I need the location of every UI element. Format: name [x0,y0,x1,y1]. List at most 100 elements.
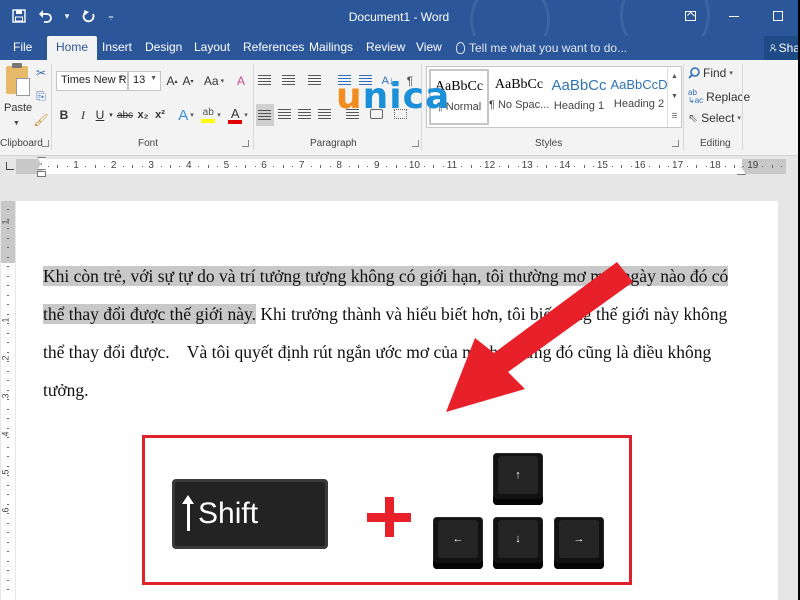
ruler-tick [386,166,388,167]
tab-file[interactable]: File [9,36,36,60]
left-indent-marker[interactable] [37,157,47,177]
font-launcher-icon[interactable] [242,140,249,147]
grow-font-button[interactable]: A ▴ [165,71,179,91]
ruler-tick [7,418,9,419]
align-right-button[interactable] [296,106,314,122]
share-person-icon [770,44,777,52]
tab-insert[interactable]: Insert [98,36,136,60]
first-line-indent-handle[interactable] [37,157,46,164]
text-effects-button[interactable]: A ▾ [176,105,196,125]
style-heading-1[interactable]: AaBbCc Heading 1 [549,69,609,125]
multilevel-list-button[interactable] [306,72,324,88]
document-area: Khi còn trẻ, với sự tự do và trí tưởng t… [15,179,798,600]
style-no-spacing[interactable]: AaBbCc ¶ No Spac... [489,69,549,125]
tab-view[interactable]: View [412,36,446,60]
style-heading-2[interactable]: AaBbCcD Heading 2 [609,69,669,125]
selected-text: Khi còn trẻ, với sự tự do và trí tưởng t… [43,266,729,286]
maximize-button[interactable] [770,8,786,24]
document-page[interactable]: Khi còn trẻ, với sự tự do và trí tưởng t… [16,201,778,600]
ruler-number: 3 [148,160,154,171]
ruler-area: 1 2 3 4 5 6 7 8 9 10 11 12 13 14 15 16 17 18 19 [0,157,798,179]
tab-references[interactable]: References [239,36,308,60]
font-size-dropdown[interactable]: 13 ▼ [128,71,161,91]
select-button[interactable]: ⇖ Select ▾ [688,111,741,125]
find-button[interactable]: Find ▾ [688,66,733,80]
replace-button[interactable]: ab ↳ac Replace [688,89,750,105]
highlight-color-button[interactable]: ab ▾ [199,105,223,125]
scroll-down-button[interactable]: ▼ [668,87,681,107]
styles-launcher-icon[interactable] [672,140,679,147]
ruler-tick [7,275,9,277]
numbering-button[interactable] [280,72,298,88]
underline-dropdown-icon[interactable]: ▾ [107,105,115,125]
ruler-tick [7,522,9,524]
bold-button[interactable]: B [57,105,71,125]
underline-button[interactable]: U [93,105,107,125]
ruler-tick [179,166,181,167]
ruler-tick [282,165,284,168]
font-name-dropdown[interactable]: Times New Rc ▼ [56,71,128,91]
justify-button[interactable] [316,106,334,122]
ribbon-display-options-button[interactable] [682,8,698,24]
copy-icon[interactable]: ⎘ [34,89,48,103]
tab-selector-icon[interactable] [6,162,14,170]
minimize-button[interactable] [726,8,742,24]
ruler-tick [395,165,397,168]
ruler-tick [57,165,59,168]
group-separator [253,64,254,150]
paragraph-launcher-icon[interactable] [412,140,419,147]
ruler-tick [405,166,406,167]
ruler-tick [7,247,9,248]
ruler-tick [329,166,331,167]
strikethrough-button[interactable]: abc [116,105,134,125]
bullets-button[interactable] [256,72,274,88]
ruler-tick [358,165,359,168]
left-indent-handle[interactable] [37,171,46,177]
lightbulb-icon [456,42,465,54]
shrink-font-button[interactable]: A ▾ [181,71,195,91]
ruler-tick [743,166,745,167]
clipboard-launcher-icon[interactable] [42,140,49,147]
ruler-tick [104,166,106,167]
tab-design[interactable]: Design [141,36,186,60]
ruler-tick [254,166,256,167]
document-body[interactable]: Khi còn trẻ, với sự tự do và trí tưởng t… [43,257,743,409]
ruler-tick [423,166,425,167]
arrow-up-key: ↑ [493,453,543,505]
scroll-up-button[interactable]: ▲ [668,67,681,87]
format-painter-icon[interactable]: 🖌 [33,113,48,127]
ruler-number: 17 [672,160,684,171]
share-button[interactable]: Sha [764,36,798,60]
subscript-button[interactable]: x₂ [136,105,150,125]
cut-icon[interactable]: ✂ [34,66,48,80]
ruler-tick [583,165,585,168]
group-separator [742,64,743,150]
hanging-indent-handle[interactable] [37,164,46,170]
clear-formatting-button[interactable]: A [233,71,249,91]
tab-mailings[interactable]: Mailings [305,36,357,60]
change-case-button[interactable]: Aa ▾ [203,71,225,91]
vertical-ruler[interactable]: 1 1 2 3 4 5 6 [1,201,15,600]
more-styles-button[interactable]: ☰ [668,107,681,127]
align-left-button[interactable] [256,104,274,126]
ruler-tick [7,570,9,571]
tab-layout[interactable]: Layout [190,36,234,60]
align-center-button[interactable] [276,106,294,122]
ruler-tick [593,166,594,167]
tab-home[interactable]: Home [47,36,98,60]
tell-me-search[interactable]: Tell me what you want to do... [456,36,627,60]
clipboard-group-label: Clipboard [0,138,43,149]
superscript-button[interactable]: x² [153,105,167,125]
ruler-tick [621,165,623,168]
tab-review[interactable]: Review [362,36,409,60]
ruler-number: 12 [484,160,496,171]
italic-button[interactable]: I [76,105,90,125]
arrow-down-key: ↓ [493,517,543,569]
ruler-tick [470,165,472,168]
bullet-list-icon [258,75,271,85]
font-color-button[interactable]: A ▾ [226,105,250,125]
paste-button[interactable]: Paste ▼ [0,60,32,132]
arrow-down-icon: ↓ [498,520,538,558]
horizontal-ruler[interactable]: 1 2 3 4 5 6 7 8 9 10 11 12 13 14 15 16 17 18 19 [16,157,786,177]
ruler-tick [7,399,9,400]
